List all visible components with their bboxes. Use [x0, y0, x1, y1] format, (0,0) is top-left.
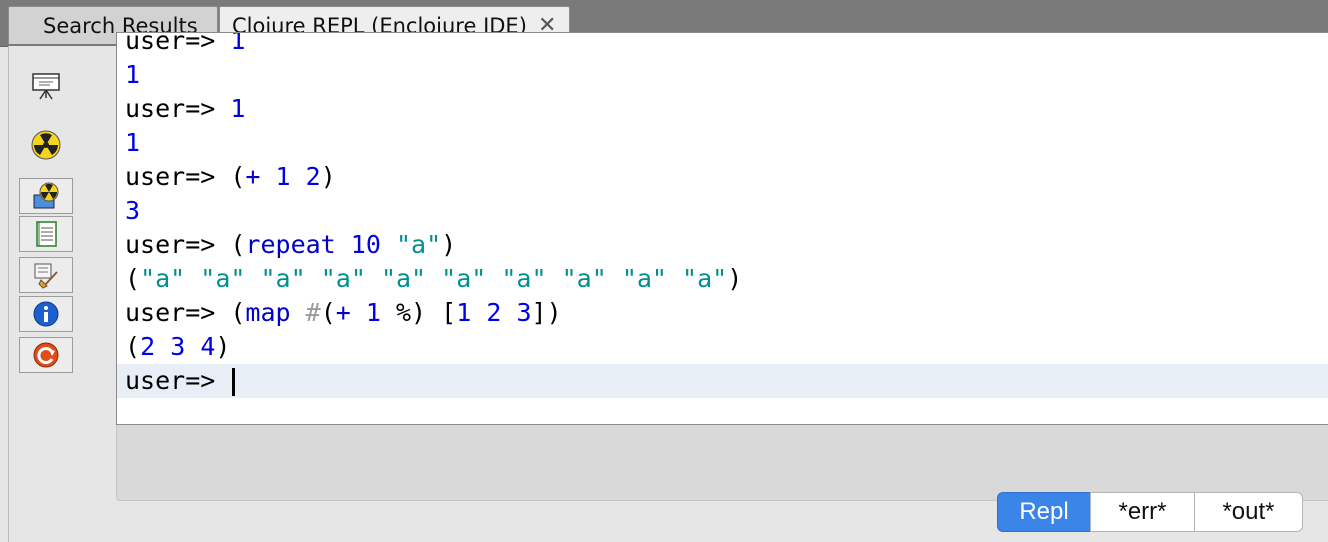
tab-err[interactable]: *err*: [1090, 492, 1195, 532]
repl-token: [291, 298, 306, 327]
repl-token: 3: [125, 196, 141, 225]
repl-token: [607, 264, 622, 293]
repl-token: "a": [441, 264, 487, 293]
repl-line: 1: [125, 58, 1328, 92]
repl-token: 1: [456, 298, 472, 327]
repl-token: 1: [125, 60, 141, 89]
repl-token: 1: [230, 94, 246, 123]
repl-token: [471, 298, 486, 327]
repl-token: 1: [230, 32, 246, 55]
repl-token: "a": [682, 264, 728, 293]
repl-token: (: [125, 264, 141, 293]
repl-token: ]): [531, 298, 562, 327]
repl-token: repeat: [245, 230, 336, 259]
radiation-icon[interactable]: [20, 127, 72, 163]
clear-broom-icon[interactable]: [19, 257, 73, 293]
repl-token: ): [320, 162, 336, 191]
reload-icon[interactable]: [19, 337, 73, 373]
repl-line: 1: [125, 126, 1328, 160]
repl-token: [260, 162, 275, 191]
repl-token: (: [320, 298, 336, 327]
repl-token: +: [245, 162, 261, 191]
repl-token: 1: [275, 162, 291, 191]
repl-token: 1: [365, 298, 381, 327]
repl-token: [291, 162, 306, 191]
repl-token: 3: [170, 332, 186, 361]
repl-token: 2: [305, 162, 321, 191]
repl-token: ): [441, 230, 457, 259]
repl-token: [426, 264, 441, 293]
repl-line: user=> 1: [125, 92, 1328, 126]
repl-line: (2 3 4): [125, 330, 1328, 364]
repl-token: "a": [260, 264, 306, 293]
repl-token: "a": [380, 264, 427, 293]
repl-token: 10: [350, 230, 381, 259]
info-icon[interactable]: [19, 296, 73, 332]
repl-token: 1: [125, 128, 141, 157]
repl-token: [486, 264, 501, 293]
repl-token: map: [245, 298, 291, 327]
repl-token: [245, 264, 260, 293]
repl-line: ("a" "a" "a" "a" "a" "a" "a" "a" "a" "a"…: [125, 262, 1328, 296]
tab-out[interactable]: *out*: [1194, 492, 1303, 532]
repl-token: [336, 230, 351, 259]
repl-token: [155, 332, 170, 361]
repl-token: %) [: [380, 298, 457, 327]
repl-token: +: [335, 298, 351, 327]
presentation-board-icon[interactable]: [20, 68, 72, 104]
repl-token: user=>: [125, 94, 231, 123]
repl-token: user=>: [125, 32, 231, 55]
repl-token: ): [215, 332, 231, 361]
repl-token: "a": [200, 264, 246, 293]
repl-token: [351, 298, 366, 327]
repl-line: user=> 1: [125, 32, 1328, 58]
repl-line: user=> (+ 1 2): [125, 160, 1328, 194]
repl-token: user=> (: [125, 162, 246, 191]
tab-repl[interactable]: Repl: [997, 492, 1091, 532]
repl-input-line[interactable]: user=>: [117, 364, 1328, 398]
repl-token: 2: [486, 298, 502, 327]
repl-token: "a": [621, 264, 667, 293]
repl-token: [547, 264, 562, 293]
repl-token: "a": [501, 264, 547, 293]
repl-token: user=> (: [125, 298, 246, 327]
repl-token: 2: [140, 332, 156, 361]
notepad-icon[interactable]: [19, 216, 73, 252]
repl-token: "a": [561, 264, 607, 293]
repl-token: ): [727, 264, 743, 293]
repl-token: [381, 230, 396, 259]
repl-token: (: [125, 332, 141, 361]
repl-token: 3: [516, 298, 532, 327]
repl-token: [185, 332, 200, 361]
repl-prompt: user=>: [125, 366, 231, 395]
repl-line: 3: [125, 194, 1328, 228]
repl-editor[interactable]: user=> 1 1 user=> 1 1 user=> (+ 1 2) 3 user=> …: [116, 32, 1328, 425]
repl-token: "a": [140, 264, 186, 293]
repl-output: user=> 1 1 user=> 1 1 user=> (+ 1 2) 3 user=> …: [117, 32, 1328, 398]
repl-token: [667, 264, 682, 293]
radiation-monitor-icon[interactable]: [19, 178, 73, 214]
repl-token: user=> (: [125, 230, 246, 259]
repl-line: user=> (map #(+ 1 %) [1 2 3]): [125, 296, 1328, 330]
repl-token: [501, 298, 516, 327]
repl-token: 4: [200, 332, 216, 361]
repl-token: [366, 264, 381, 293]
repl-token: [185, 264, 200, 293]
repl-line: user=> (repeat 10 "a"): [125, 228, 1328, 262]
repl-token: "a": [395, 230, 442, 259]
repl-token: "a": [320, 264, 366, 293]
repl-token: #: [305, 298, 321, 327]
repl-token: [306, 264, 321, 293]
text-caret: [232, 368, 236, 396]
